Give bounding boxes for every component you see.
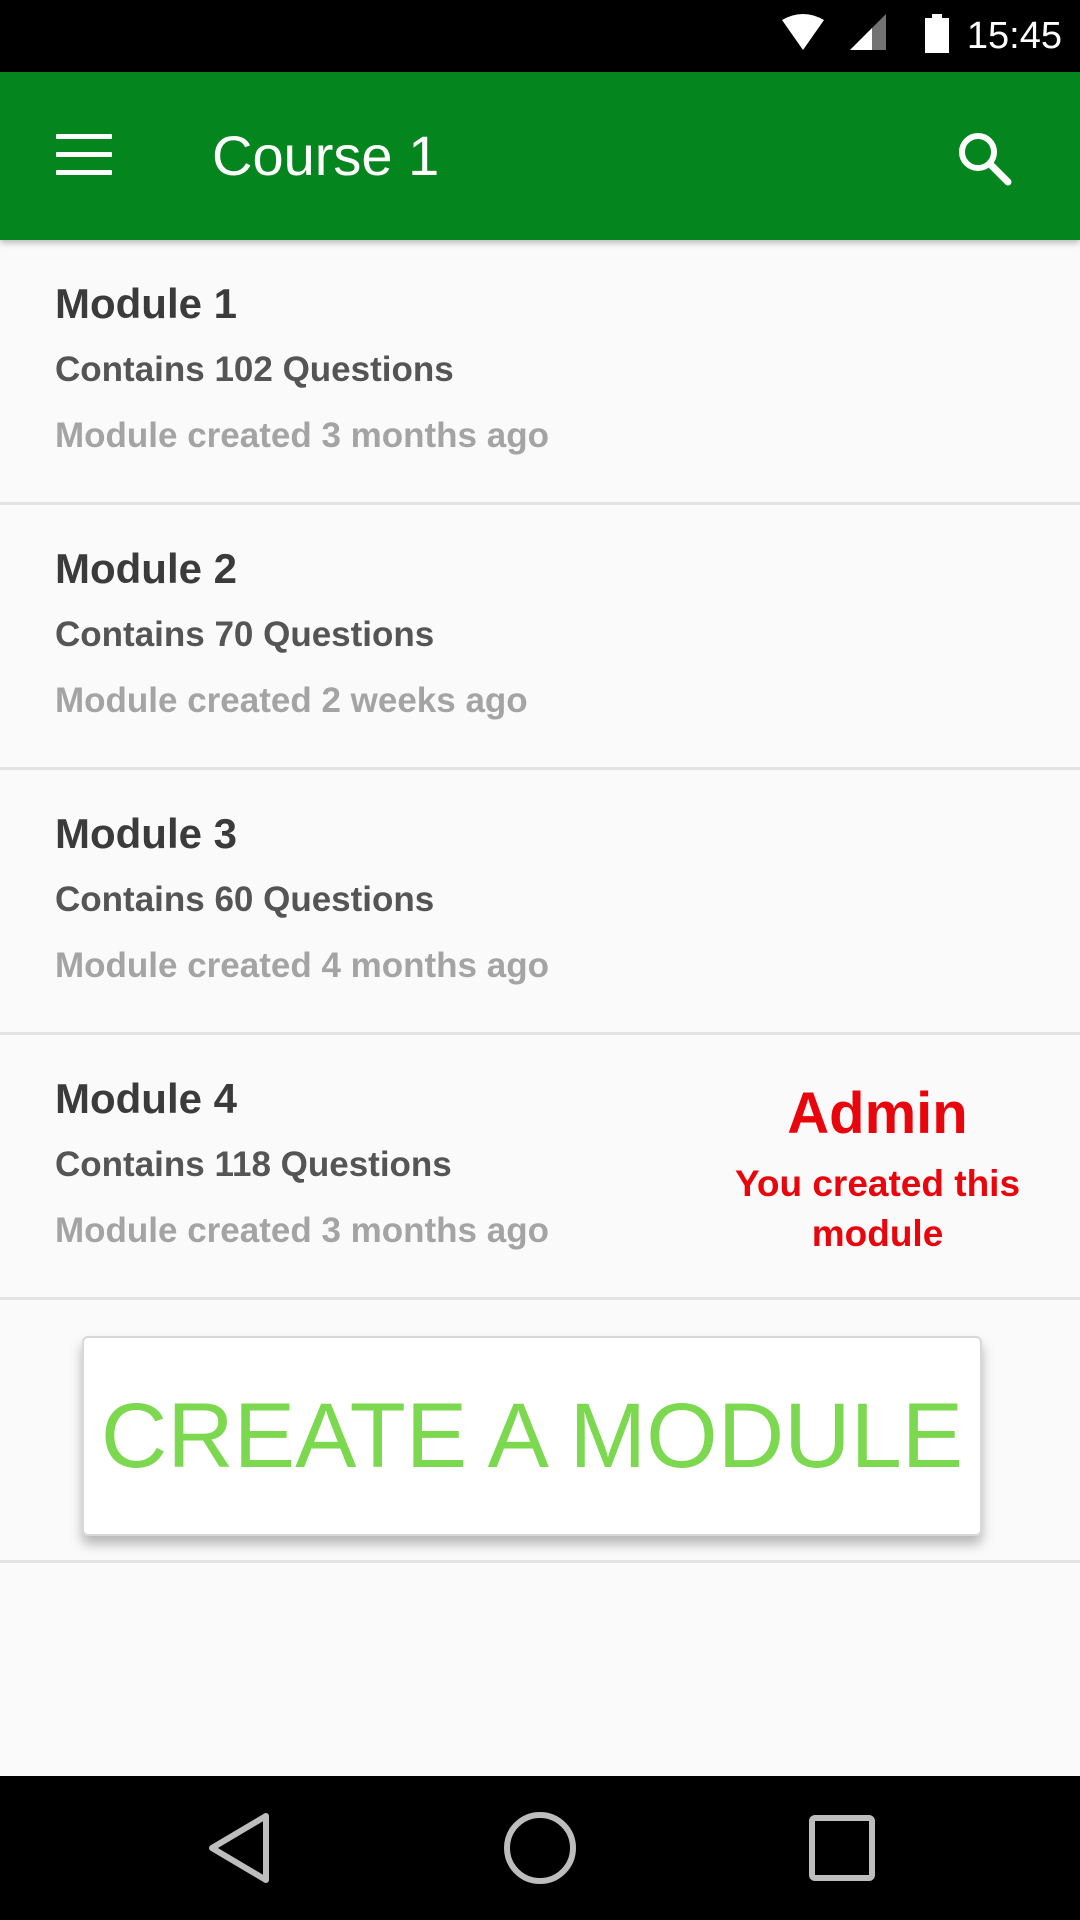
module-created: Module created 2 weeks ago [55,681,528,720]
module-created: Module created 3 months ago [55,416,549,455]
wifi-icon [782,14,824,50]
module-created: Module created 4 months ago [55,946,549,985]
page-title: Course 1 [212,124,440,187]
battery-icon [925,14,949,53]
module-question-count: Contains 102 Questions [55,350,454,389]
navigation-bar [0,1776,1080,1920]
admin-note-line1: You created this [734,1163,1021,1204]
module-created: Module created 3 months ago [55,1211,549,1250]
module-item[interactable]: Module 3 Contains 60 Questions Module cr… [0,770,1080,1035]
back-icon[interactable] [202,1810,278,1886]
module-question-count: Contains 60 Questions [55,880,435,919]
admin-note: You created this module [700,1159,1055,1259]
module-list: Module 1 Contains 102 Questions Module c… [0,240,1080,1563]
search-icon[interactable] [954,128,1014,188]
create-section: CREATE A MODULE [0,1300,1080,1563]
module-name: Module 1 [55,280,238,327]
status-bar: 15:45 [0,0,1080,72]
module-item[interactable]: Module 4 Contains 118 Questions Module c… [0,1035,1080,1300]
module-question-count: Contains 118 Questions [55,1145,452,1184]
module-name: Module 4 [55,1075,238,1122]
create-module-button[interactable]: CREATE A MODULE [82,1336,982,1536]
status-time: 15:45 [966,15,1062,57]
menu-icon[interactable] [56,134,112,178]
admin-badge: Admin You created this module [700,1079,1055,1259]
admin-role: Admin [787,1081,968,1146]
module-name: Module 2 [55,545,238,592]
module-name: Module 3 [55,810,238,857]
create-module-label: CREATE A MODULE [100,1385,964,1487]
recents-icon[interactable] [804,1810,880,1886]
app-bar: Course 1 [0,72,1080,240]
admin-note-line2: module [811,1213,944,1254]
home-icon[interactable] [502,1810,578,1886]
module-item[interactable]: Module 2 Contains 70 Questions Module cr… [0,505,1080,770]
module-question-count: Contains 70 Questions [55,615,435,654]
module-item[interactable]: Module 1 Contains 102 Questions Module c… [0,240,1080,505]
signal-icon [850,14,886,50]
